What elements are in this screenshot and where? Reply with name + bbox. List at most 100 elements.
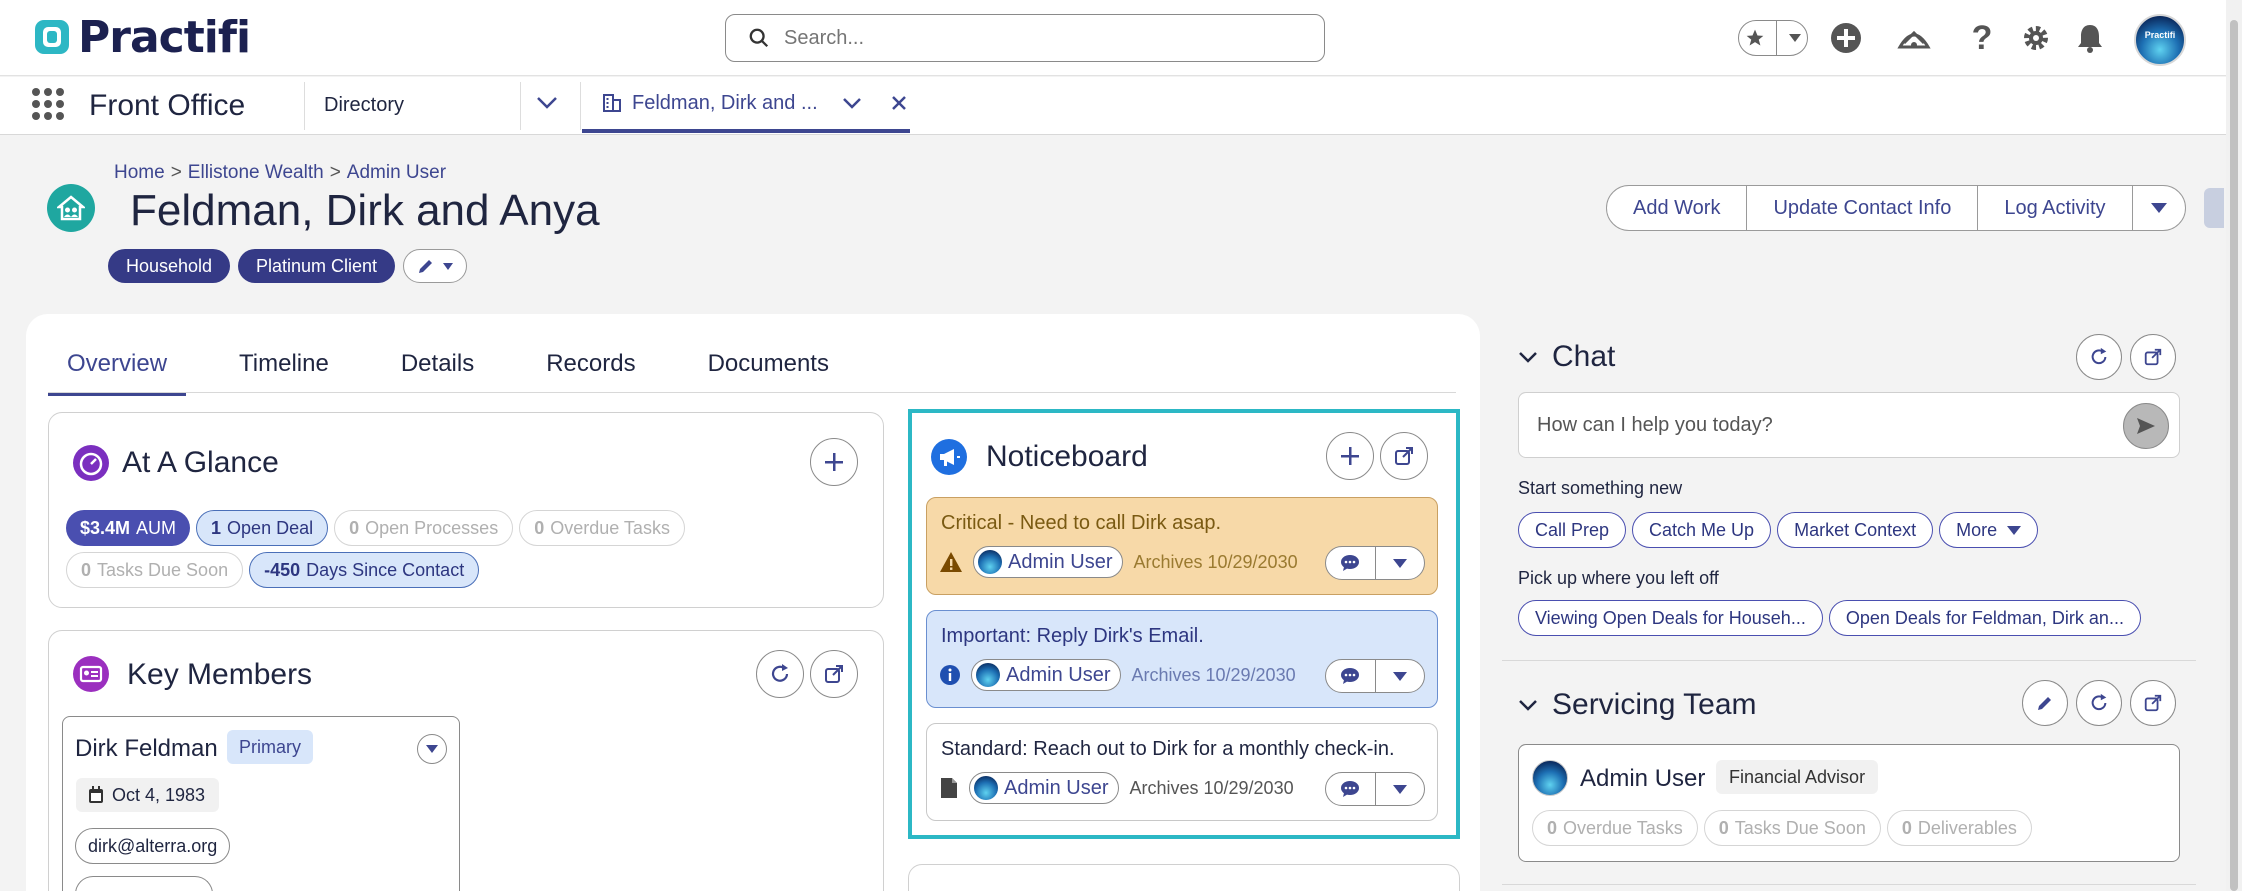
birthday-badge: Oct 4, 1983 bbox=[76, 778, 220, 812]
page-title: Feldman, Dirk and Anya bbox=[130, 186, 600, 235]
tab-records[interactable]: Records bbox=[527, 350, 654, 396]
breadcrumb-firm[interactable]: Ellistone Wealth bbox=[188, 162, 324, 183]
open-deal-pill[interactable]: 1 Open Deal bbox=[196, 510, 329, 546]
add-icon[interactable] bbox=[1826, 18, 1866, 58]
notice-item[interactable]: Important: Reply Dirk's Email. Admin Use… bbox=[926, 610, 1438, 708]
author-avatar bbox=[978, 550, 1002, 574]
breadcrumb: Home > Ellistone Wealth > Admin User bbox=[114, 162, 447, 183]
tab-timeline[interactable]: Timeline bbox=[220, 350, 348, 396]
overdue-tasks-pill[interactable]: 0 Overdue Tasks bbox=[519, 510, 685, 546]
pencil-icon bbox=[419, 260, 432, 273]
open-team-button[interactable] bbox=[2130, 680, 2176, 726]
notice-item[interactable]: Standard: Reach out to Dirk for a monthl… bbox=[926, 723, 1438, 821]
practifi-logo[interactable]: Practifi bbox=[32, 12, 251, 63]
tab-documents[interactable]: Documents bbox=[689, 350, 848, 396]
recent-conversation-chip[interactable]: Open Deals for Feldman, Dirk an... bbox=[1828, 600, 2141, 636]
team-overdue-tasks[interactable]: 0 Overdue Tasks bbox=[1532, 810, 1698, 846]
call-prep-chip[interactable]: Call Prep bbox=[1518, 512, 1627, 548]
aum-pill[interactable]: $3.4M AUM bbox=[66, 510, 191, 546]
nav-divider bbox=[580, 82, 581, 130]
search-icon bbox=[749, 28, 769, 48]
search-input[interactable] bbox=[784, 26, 1284, 50]
plus-icon bbox=[1341, 447, 1359, 465]
tab-record-feldman[interactable]: Feldman, Dirk and ... bbox=[582, 77, 910, 133]
add-glance-button[interactable] bbox=[810, 438, 858, 486]
open-noticeboard-button[interactable] bbox=[1380, 432, 1428, 480]
comment-icon bbox=[1341, 555, 1360, 571]
favorites-button[interactable] bbox=[1738, 20, 1808, 56]
comment-button[interactable] bbox=[1326, 660, 1376, 692]
add-work-button[interactable]: Add Work bbox=[1607, 186, 1748, 230]
tag-platinum-client[interactable]: Platinum Client bbox=[238, 249, 396, 283]
tab-menu-chevron-icon[interactable] bbox=[842, 97, 862, 109]
log-activity-button[interactable]: Log Activity bbox=[1978, 186, 2133, 230]
household-tab-icon bbox=[603, 94, 621, 112]
open-chat-button[interactable] bbox=[2130, 334, 2176, 380]
team-deliverables[interactable]: 0 Deliverables bbox=[1886, 810, 2032, 846]
refresh-key-members-button[interactable] bbox=[756, 650, 804, 698]
notice-author-chip[interactable]: Admin User bbox=[973, 546, 1124, 578]
notice-archive-date: Archives 10/29/2030 bbox=[1129, 777, 1294, 798]
chat-header[interactable]: Chat bbox=[1518, 340, 1615, 374]
days-since-contact-pill[interactable]: -450 Days Since Contact bbox=[249, 552, 480, 588]
gear-icon[interactable] bbox=[2016, 18, 2056, 58]
refresh-team-button[interactable] bbox=[2076, 680, 2122, 726]
open-processes-pill[interactable]: 0 Open Processes bbox=[334, 510, 514, 546]
comment-button[interactable] bbox=[1326, 547, 1376, 579]
help-icon[interactable]: ? bbox=[1962, 18, 2002, 58]
refresh-chat-button[interactable] bbox=[2076, 334, 2122, 380]
add-notice-button[interactable] bbox=[1326, 432, 1374, 480]
nav-more-chevron-icon[interactable] bbox=[536, 96, 558, 115]
edit-tags-button[interactable] bbox=[403, 249, 467, 283]
more-chip[interactable]: More bbox=[1939, 512, 2039, 548]
app-launcher-icon[interactable] bbox=[32, 88, 64, 120]
member-email[interactable]: dirk@alterra.org bbox=[75, 828, 231, 864]
send-button[interactable] bbox=[2123, 403, 2169, 449]
member-phone[interactable] bbox=[75, 876, 213, 891]
notice-item[interactable]: Critical - Need to call Dirk asap. Admin… bbox=[926, 497, 1438, 595]
nav-item-directory[interactable]: Directory bbox=[324, 94, 404, 117]
servicing-team-header[interactable]: Servicing Team bbox=[1518, 688, 1757, 722]
recent-conversation-chip[interactable]: Viewing Open Deals for Househ... bbox=[1518, 600, 1823, 636]
notice-menu-button[interactable] bbox=[1376, 773, 1425, 805]
tab-details[interactable]: Details bbox=[382, 350, 493, 396]
tab-overview[interactable]: Overview bbox=[48, 350, 187, 396]
external-link-icon bbox=[2144, 348, 2162, 366]
tag-household[interactable]: Household bbox=[108, 249, 231, 283]
notice-text: Standard: Reach out to Dirk for a monthl… bbox=[941, 738, 1395, 760]
record-actions: Add Work Update Contact Info Log Activit… bbox=[1606, 185, 2186, 231]
comment-button[interactable] bbox=[1326, 773, 1376, 805]
scrollbar-thumb[interactable] bbox=[2230, 20, 2238, 891]
side-panel-toggle[interactable] bbox=[2204, 188, 2224, 228]
chat-input[interactable]: How can I help you today? bbox=[1518, 392, 2180, 458]
team-tasks-due-soon[interactable]: 0 Tasks Due Soon bbox=[1703, 810, 1881, 846]
notice-menu-button[interactable] bbox=[1376, 660, 1425, 692]
bell-icon[interactable] bbox=[2070, 18, 2110, 58]
breadcrumb-home[interactable]: Home bbox=[114, 162, 165, 183]
open-key-members-button[interactable] bbox=[810, 650, 858, 698]
member-name[interactable]: Dirk Feldman bbox=[75, 735, 218, 763]
global-search[interactable] bbox=[725, 14, 1325, 62]
edit-team-button[interactable] bbox=[2022, 680, 2068, 726]
key-members-title: Key Members bbox=[127, 658, 313, 691]
update-contact-info-button[interactable]: Update Contact Info bbox=[1747, 186, 1979, 230]
notice-author-chip[interactable]: Admin User bbox=[969, 772, 1120, 804]
trailhead-icon[interactable] bbox=[1894, 18, 1934, 58]
user-avatar[interactable]: Practifi bbox=[2134, 14, 2186, 66]
more-actions-button[interactable] bbox=[2133, 186, 2185, 230]
member-menu-button[interactable] bbox=[417, 734, 447, 764]
calendar-icon bbox=[89, 786, 103, 803]
catch-me-up-chip[interactable]: Catch Me Up bbox=[1632, 512, 1772, 548]
tasks-due-soon-pill[interactable]: 0 Tasks Due Soon bbox=[66, 552, 244, 588]
chevron-down-icon bbox=[2150, 203, 2167, 213]
section-divider bbox=[1502, 884, 2196, 885]
notice-menu-button[interactable] bbox=[1376, 547, 1425, 579]
notice-actions bbox=[1325, 772, 1425, 806]
team-member-name[interactable]: Admin User bbox=[1580, 765, 1705, 793]
close-tab-icon[interactable] bbox=[890, 94, 908, 112]
breadcrumb-user[interactable]: Admin User bbox=[347, 162, 446, 183]
market-context-chip[interactable]: Market Context bbox=[1777, 512, 1934, 548]
notice-author-chip[interactable]: Admin User bbox=[971, 659, 1122, 691]
refresh-icon bbox=[771, 664, 789, 682]
warning-icon bbox=[940, 552, 962, 572]
